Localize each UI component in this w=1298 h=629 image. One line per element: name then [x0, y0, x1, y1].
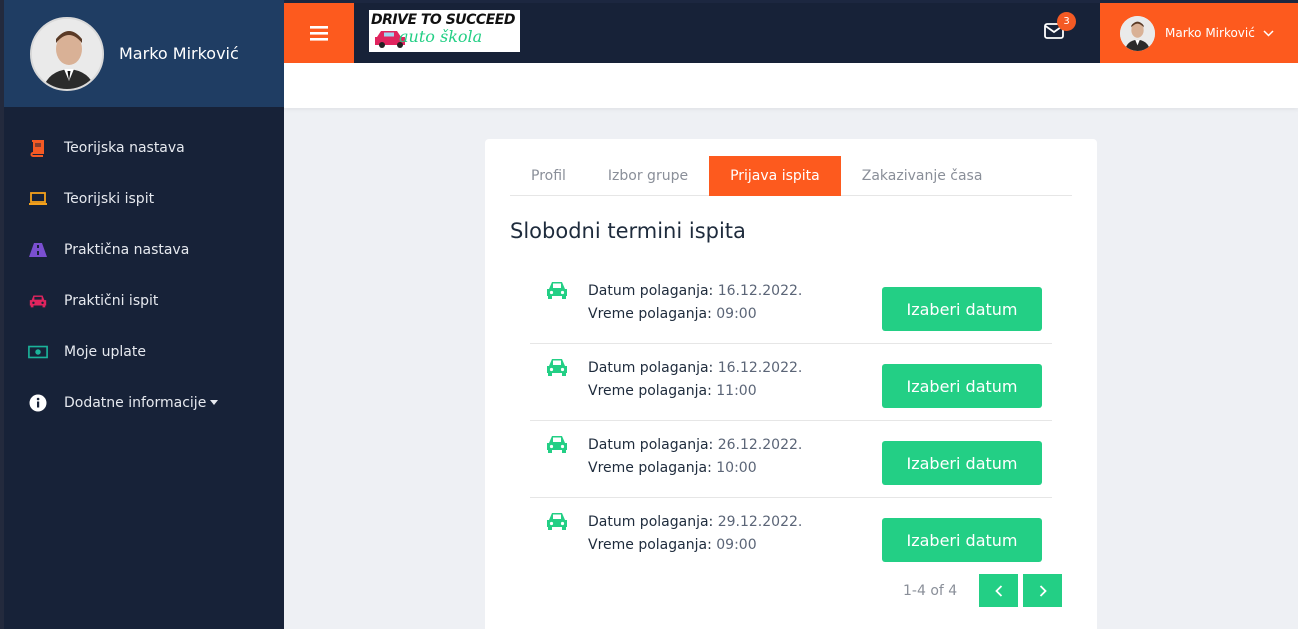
sidebar-item-dodatne-informacije[interactable]: Dodatne informacije [4, 377, 284, 428]
exam-card: Profil Izbor grupe Prijava ispita Zakazi… [485, 139, 1097, 629]
time-value: 11:00 [716, 383, 757, 399]
avatar [30, 16, 104, 91]
header-strip [284, 63, 1298, 108]
car-icon [547, 436, 567, 453]
select-date-button[interactable]: Izaberi datum [882, 287, 1042, 331]
money-icon [28, 342, 48, 362]
slot-time: Vreme polaganja: 09:00 [588, 306, 757, 322]
profile-name: Marko Mirković [119, 44, 239, 63]
sidebar-item-moje-uplate[interactable]: Moje uplate [4, 326, 284, 377]
list-item: Datum polaganja: 29.12.2022. Vreme polag… [530, 498, 1052, 575]
messages-button[interactable]: 3 [1044, 12, 1076, 45]
time-label: Vreme polaganja: [588, 383, 712, 399]
previous-page-button[interactable] [979, 574, 1019, 607]
date-label: Datum polaganja: [588, 283, 714, 299]
time-label: Vreme polaganja: [588, 537, 712, 553]
time-value: 09:00 [716, 306, 757, 322]
hamburger-icon [310, 25, 328, 41]
slot-date: Datum polaganja: 29.12.2022. [588, 514, 802, 530]
car-icon [28, 291, 48, 311]
time-label: Vreme polaganja: [588, 460, 712, 476]
car-icon [547, 282, 567, 299]
date-label: Datum polaganja: [588, 437, 714, 453]
list-item: Datum polaganja: 16.12.2022. Vreme polag… [530, 344, 1052, 421]
date-label: Datum polaganja: [588, 514, 714, 530]
date-value: 26.12.2022. [717, 437, 803, 453]
select-date-button[interactable]: Izaberi datum [882, 364, 1042, 408]
car-icon [547, 513, 567, 530]
sidebar-item-label: Dodatne informacije [64, 394, 219, 411]
sidebar-item-label: Teorijski ispit [64, 190, 155, 207]
sidebar-item-label: Praktična nastava [64, 241, 190, 258]
date-value: 29.12.2022. [717, 514, 803, 530]
time-value: 09:00 [716, 537, 757, 553]
slot-time: Vreme polaganja: 11:00 [588, 383, 757, 399]
road-icon [28, 240, 48, 260]
sidebar: Marko Mirković Teorijska nastava Teorijs… [0, 0, 284, 629]
sidebar-item-label: Moje uplate [64, 343, 146, 360]
date-value: 16.12.2022. [717, 360, 803, 376]
tab-profil[interactable]: Profil [510, 156, 587, 196]
tab-zakazivanje-casa[interactable]: Zakazivanje časa [841, 156, 1004, 196]
book-icon [28, 138, 48, 158]
sidebar-item-prakticni-ispit[interactable]: Praktični ispit [4, 275, 284, 326]
sidebar-item-teorijski-ispit[interactable]: Teorijski ispit [4, 173, 284, 224]
sidebar-item-prakticna-nastava[interactable]: Praktična nastava [4, 224, 284, 275]
next-page-button[interactable] [1023, 574, 1063, 607]
pagination: 1-4 of 4 [903, 574, 1063, 607]
slot-date: Datum polaganja: 26.12.2022. [588, 437, 802, 453]
sidebar-item-label: Teorijska nastava [64, 139, 185, 156]
info-icon [28, 393, 48, 413]
time-label: Vreme polaganja: [588, 306, 712, 322]
slot-date: Datum polaganja: 16.12.2022. [588, 360, 802, 376]
user-menu-button[interactable]: Marko Mirković [1100, 3, 1298, 63]
avatar [1120, 15, 1155, 51]
list-item: Datum polaganja: 26.12.2022. Vreme polag… [530, 421, 1052, 498]
user-name: Marko Mirković [1165, 26, 1255, 40]
car-icon [547, 359, 567, 376]
select-date-button[interactable]: Izaberi datum [882, 518, 1042, 562]
chevron-left-icon [994, 584, 1002, 597]
date-label: Datum polaganja: [588, 360, 714, 376]
pagination-status: 1-4 of 4 [903, 582, 958, 599]
logo[interactable]: DRIVE TO SUCCEED auto škola [369, 10, 520, 52]
sidebar-item-text: Dodatne informacije [64, 394, 207, 411]
logo-subtitle: auto škola [399, 27, 483, 46]
tab-bar: Profil Izbor grupe Prijava ispita Zakazi… [510, 156, 1072, 196]
mail-count-badge: 3 [1057, 12, 1076, 31]
slot-time: Vreme polaganja: 09:00 [588, 537, 757, 553]
sidebar-profile: Marko Mirković [4, 0, 284, 107]
list-item: Datum polaganja: 16.12.2022. Vreme polag… [530, 267, 1052, 344]
date-value: 16.12.2022. [717, 283, 803, 299]
sidebar-item-teorijska-nastava[interactable]: Teorijska nastava [4, 122, 284, 173]
chevron-right-icon [1039, 584, 1047, 597]
laptop-icon [28, 189, 48, 209]
menu-toggle-button[interactable] [284, 3, 354, 63]
section-title: Slobodni termini ispita [510, 219, 746, 243]
topbar: DRIVE TO SUCCEED auto škola 3 Marko Mirk… [284, 0, 1298, 63]
sidebar-nav: Teorijska nastava Teorijski ispit Prakti… [4, 107, 284, 428]
caret-down-icon [210, 400, 219, 405]
chevron-down-icon [1263, 29, 1274, 37]
logo-title: DRIVE TO SUCCEED [371, 12, 515, 28]
select-date-button[interactable]: Izaberi datum [882, 441, 1042, 485]
tab-prijava-ispita[interactable]: Prijava ispita [709, 156, 841, 196]
slot-date: Datum polaganja: 16.12.2022. [588, 283, 802, 299]
time-value: 10:00 [716, 460, 757, 476]
slot-time: Vreme polaganja: 10:00 [588, 460, 757, 476]
sidebar-item-label: Praktični ispit [64, 292, 159, 309]
tab-izbor-grupe[interactable]: Izbor grupe [587, 156, 709, 196]
